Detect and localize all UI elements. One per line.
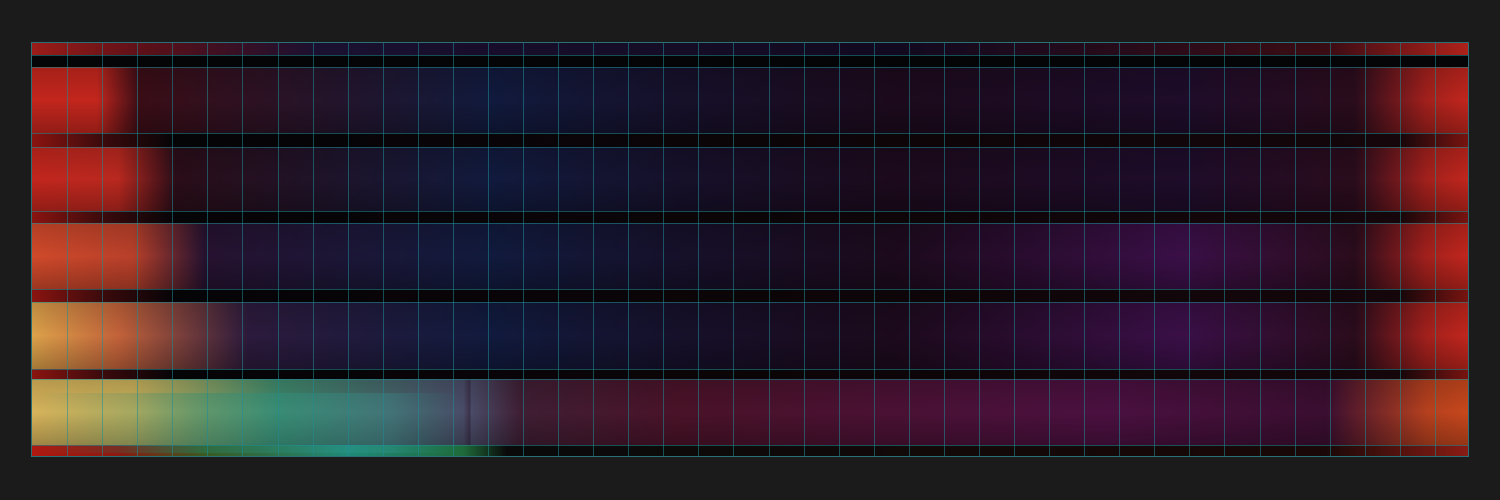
separator-strip-2 xyxy=(32,211,1468,223)
band-shade-2 xyxy=(32,147,1468,211)
teal-glow xyxy=(32,393,1468,453)
band-shade-3 xyxy=(32,223,1468,289)
gradient-grid-panel xyxy=(31,42,1469,457)
gradient-grid-canvas xyxy=(32,43,1468,456)
separator-strip-4 xyxy=(32,369,1468,379)
separator-strip-1 xyxy=(32,133,1468,147)
top-strip xyxy=(32,43,1468,55)
band-shade-4 xyxy=(32,302,1468,369)
separator-strip-3 xyxy=(32,289,1468,302)
band-shade-1 xyxy=(32,67,1468,133)
